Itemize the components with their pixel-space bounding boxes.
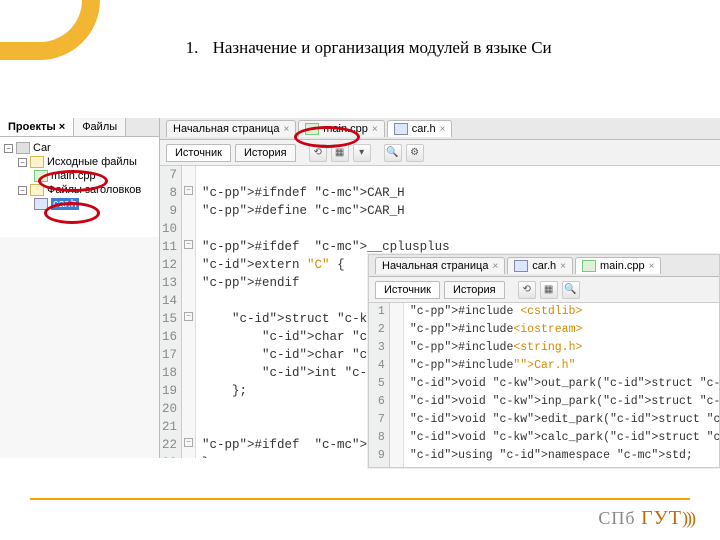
search-icon[interactable]: 🔍: [384, 144, 402, 162]
editor-subtoolbar: Источник История ⟲ ▦ ▾ 🔍 ⚙: [160, 140, 720, 166]
tab-car-h[interactable]: car.h×: [507, 257, 573, 274]
tab-projects[interactable]: Проекты ×: [0, 118, 74, 136]
projects-panel: Проекты × Файлы − Car − Исходные файлы m…: [0, 118, 160, 458]
project-tree: − Car − Исходные файлы main.cpp − Файлы …: [0, 137, 159, 237]
tab-start-page[interactable]: Начальная страница×: [375, 257, 505, 274]
cpp-file-icon: [34, 170, 48, 182]
toolbar-icon[interactable]: ▾: [353, 144, 371, 162]
tab-main-cpp[interactable]: main.cpp×: [298, 120, 384, 137]
tab-files[interactable]: Файлы: [74, 118, 126, 136]
toolbar-icon[interactable]: ⚙: [406, 144, 424, 162]
tree-label: main.cpp: [51, 170, 96, 182]
fold-column[interactable]: − − − −: [182, 166, 196, 458]
footer-logo: СПб ГУТ))): [598, 507, 694, 530]
slide-number: 1.: [168, 38, 198, 58]
editor-right: Начальная страница× car.h× main.cpp× Ист…: [368, 254, 720, 468]
folder-icon: [30, 184, 44, 196]
cpp-file-icon: [305, 123, 319, 135]
editor-tabs: Начальная страница× main.cpp× car.h×: [160, 118, 720, 140]
search-icon[interactable]: 🔍: [562, 281, 580, 299]
toolbar-icon[interactable]: ⟲: [309, 144, 327, 162]
toolbar-icon[interactable]: ▦: [331, 144, 349, 162]
h-file-icon: [394, 123, 408, 135]
footer-divider: [30, 498, 690, 500]
toolbar-icon[interactable]: ▦: [540, 281, 558, 299]
tree-label-selected: car.h: [51, 198, 79, 210]
collapse-icon[interactable]: −: [18, 158, 27, 167]
tree-folder-sources[interactable]: − Исходные файлы: [4, 155, 159, 169]
tree-label: Файлы заголовков: [47, 184, 141, 196]
folder-icon: [30, 156, 44, 168]
collapse-icon[interactable]: −: [18, 186, 27, 195]
subtab-history[interactable]: История: [444, 281, 505, 299]
close-icon[interactable]: ×: [283, 124, 289, 135]
tab-projects-label: Проекты: [8, 121, 56, 133]
code-content[interactable]: "c-pp">#include <cstdlib>"c-pp">#include…: [404, 303, 719, 467]
close-icon[interactable]: ×: [649, 261, 655, 272]
tree-label: Car: [33, 142, 51, 154]
close-icon[interactable]: ×: [492, 261, 498, 272]
tab-car-h[interactable]: car.h×: [387, 120, 453, 137]
tree-label: Исходные файлы: [47, 156, 137, 168]
tree-file-carh[interactable]: car.h: [4, 197, 159, 211]
h-file-icon: [34, 198, 48, 210]
project-icon: [16, 142, 30, 154]
editor-subtoolbar: Источник История ⟲ ▦ 🔍: [369, 277, 719, 303]
tree-folder-headers[interactable]: − Файлы заголовков: [4, 183, 159, 197]
tab-files-label: Файлы: [82, 121, 117, 133]
close-icon[interactable]: ×: [59, 121, 65, 133]
close-icon[interactable]: ×: [440, 124, 446, 135]
fold-column[interactable]: −: [390, 303, 404, 467]
close-icon[interactable]: ×: [372, 124, 378, 135]
slide-title: 1. Назначение и организация модулей в яз…: [0, 38, 720, 58]
editor-tabs: Начальная страница× car.h× main.cpp×: [369, 255, 719, 277]
h-file-icon: [514, 260, 528, 272]
subtab-source[interactable]: Источник: [166, 144, 231, 162]
line-numbers: 7891011121314151617181920212223242526: [160, 166, 182, 458]
toolbar-icon[interactable]: ⟲: [518, 281, 536, 299]
slide-title-text: Назначение и организация модулей в языке…: [213, 38, 552, 57]
subtab-source[interactable]: Источник: [375, 281, 440, 299]
projects-tabs: Проекты × Файлы: [0, 118, 159, 137]
code-editor[interactable]: 123456789101112 − "c-pp">#include <cstdl…: [369, 303, 719, 467]
close-icon[interactable]: ×: [560, 261, 566, 272]
cpp-file-icon: [582, 260, 596, 272]
tab-main-cpp[interactable]: main.cpp×: [575, 257, 661, 274]
subtab-history[interactable]: История: [235, 144, 296, 162]
tree-project-root[interactable]: − Car: [4, 141, 159, 155]
collapse-icon[interactable]: −: [4, 144, 13, 153]
line-numbers: 123456789101112: [369, 303, 390, 467]
tree-file-main[interactable]: main.cpp: [4, 169, 159, 183]
tab-start-page[interactable]: Начальная страница×: [166, 120, 296, 137]
